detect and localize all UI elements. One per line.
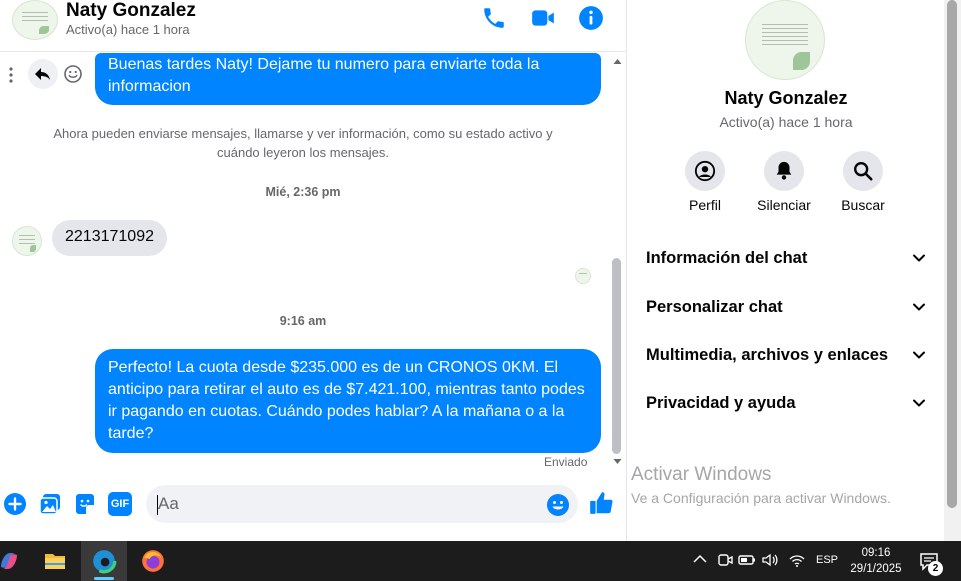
outgoing-message[interactable]: Perfecto! La cuota desde $235.000 es de … <box>95 349 601 453</box>
scroll-down-icon[interactable] <box>613 457 622 466</box>
search-icon <box>854 162 873 181</box>
activate-windows-watermark: Activar Windows Ve a Configuración para … <box>631 464 891 506</box>
seen-indicator-avatar <box>575 268 591 284</box>
edge-browser-icon[interactable] <box>81 541 127 581</box>
section-customize-chat[interactable]: Personalizar chat <box>646 292 926 322</box>
gif-icon[interactable]: GIF <box>108 492 132 516</box>
volume-icon[interactable] <box>761 551 779 569</box>
emoji-icon[interactable] <box>546 493 570 517</box>
chevron-down-icon <box>913 303 925 311</box>
battery-icon[interactable] <box>738 551 756 569</box>
time-separator: Mié, 2:36 pm <box>265 185 341 199</box>
mute-button[interactable]: Silenciar <box>744 151 824 213</box>
section-label: Personalizar chat <box>646 298 783 316</box>
meet-now-icon[interactable] <box>716 551 734 569</box>
watermark-subtitle: Ve a Configuración para activar Windows. <box>631 490 891 506</box>
watermark-title: Activar Windows <box>631 464 772 485</box>
taskbar: ESP 09:16 29/1/2025 2 <box>0 541 961 581</box>
wifi-icon[interactable] <box>788 551 806 569</box>
profile-label: Perfil <box>689 197 721 213</box>
clock-date: 29/1/2025 <box>850 563 902 575</box>
notification-count-badge: 2 <box>928 561 943 576</box>
sticker-icon[interactable] <box>73 492 97 516</box>
message-composer: GIF <box>0 480 626 530</box>
clock[interactable]: 09:16 29/1/2025 <box>850 545 902 577</box>
contact-status: Activo(a) hace 1 hora <box>66 22 190 37</box>
chevron-down-icon <box>913 351 925 359</box>
more-options-icon[interactable] <box>5 65 17 85</box>
contact-avatar[interactable] <box>12 0 58 40</box>
input-language[interactable]: ESP <box>816 554 838 566</box>
file-explorer-icon[interactable] <box>32 541 78 581</box>
chat-details-panel: Naty Gonzalez Activo(a) hace 1 hora Perf… <box>626 0 944 541</box>
contact-name[interactable]: Naty Gonzalez <box>66 0 196 22</box>
sent-status: Enviado <box>544 455 588 469</box>
search-button[interactable]: Buscar <box>823 151 903 213</box>
chat-header: Naty Gonzalez Activo(a) hace 1 hora <box>0 0 626 52</box>
mute-label: Silenciar <box>757 197 811 213</box>
bell-icon <box>776 161 792 180</box>
message-scrollbar[interactable] <box>610 53 625 468</box>
text-caret <box>157 495 158 515</box>
incoming-message[interactable]: 2213171092 <box>52 220 167 256</box>
reply-icon[interactable] <box>28 59 58 89</box>
scrollbar-thumb[interactable] <box>947 0 957 508</box>
scrollbar-thumb[interactable] <box>612 258 621 454</box>
profile-button[interactable]: Perfil <box>665 151 745 213</box>
plus-icon[interactable] <box>3 492 27 516</box>
section-label: Privacidad y ayuda <box>646 394 796 412</box>
user-circle-icon <box>694 160 716 182</box>
react-emoji-icon[interactable] <box>63 64 83 84</box>
image-icon[interactable] <box>38 492 62 516</box>
scroll-up-icon[interactable] <box>613 57 622 66</box>
info-icon[interactable] <box>578 5 604 31</box>
phone-icon[interactable] <box>481 5 507 31</box>
profile-status: Activo(a) hace 1 hora <box>719 114 853 130</box>
chevron-down-icon <box>913 399 925 407</box>
thumbs-up-icon[interactable] <box>588 490 614 516</box>
section-label: Multimedia, archivos y enlaces <box>646 346 889 364</box>
section-media-files[interactable]: Multimedia, archivos y enlaces <box>646 340 926 370</box>
message-input[interactable] <box>146 485 578 523</box>
profile-avatar[interactable] <box>745 0 825 80</box>
video-camera-icon[interactable] <box>530 5 556 31</box>
outgoing-message[interactable]: Buenas tardes Naty! Dejame tu numero par… <box>95 53 601 105</box>
section-label: Información del chat <box>646 249 808 267</box>
page-scrollbar[interactable] <box>944 0 961 541</box>
clock-time: 09:16 <box>861 547 891 559</box>
section-chat-info[interactable]: Información del chat <box>646 243 926 273</box>
chevron-down-icon <box>913 254 925 262</box>
sender-avatar[interactable] <box>12 226 42 256</box>
search-label: Buscar <box>841 197 885 213</box>
show-hidden-icons-icon[interactable] <box>691 551 709 569</box>
section-privacy-help[interactable]: Privacidad y ayuda <box>646 388 926 418</box>
copilot-app-icon[interactable] <box>0 541 32 581</box>
profile-name: Naty Gonzalez <box>724 88 848 108</box>
message-list[interactable]: Buenas tardes Naty! Dejame tu numero par… <box>0 53 610 475</box>
firefox-browser-icon[interactable] <box>130 541 176 581</box>
system-info-text: Ahora pueden enviarse mensajes, llamarse… <box>53 126 553 160</box>
messenger-window: Naty Gonzalez Activo(a) hace 1 hora Buen… <box>0 0 961 541</box>
time-separator: 9:16 am <box>279 314 327 328</box>
